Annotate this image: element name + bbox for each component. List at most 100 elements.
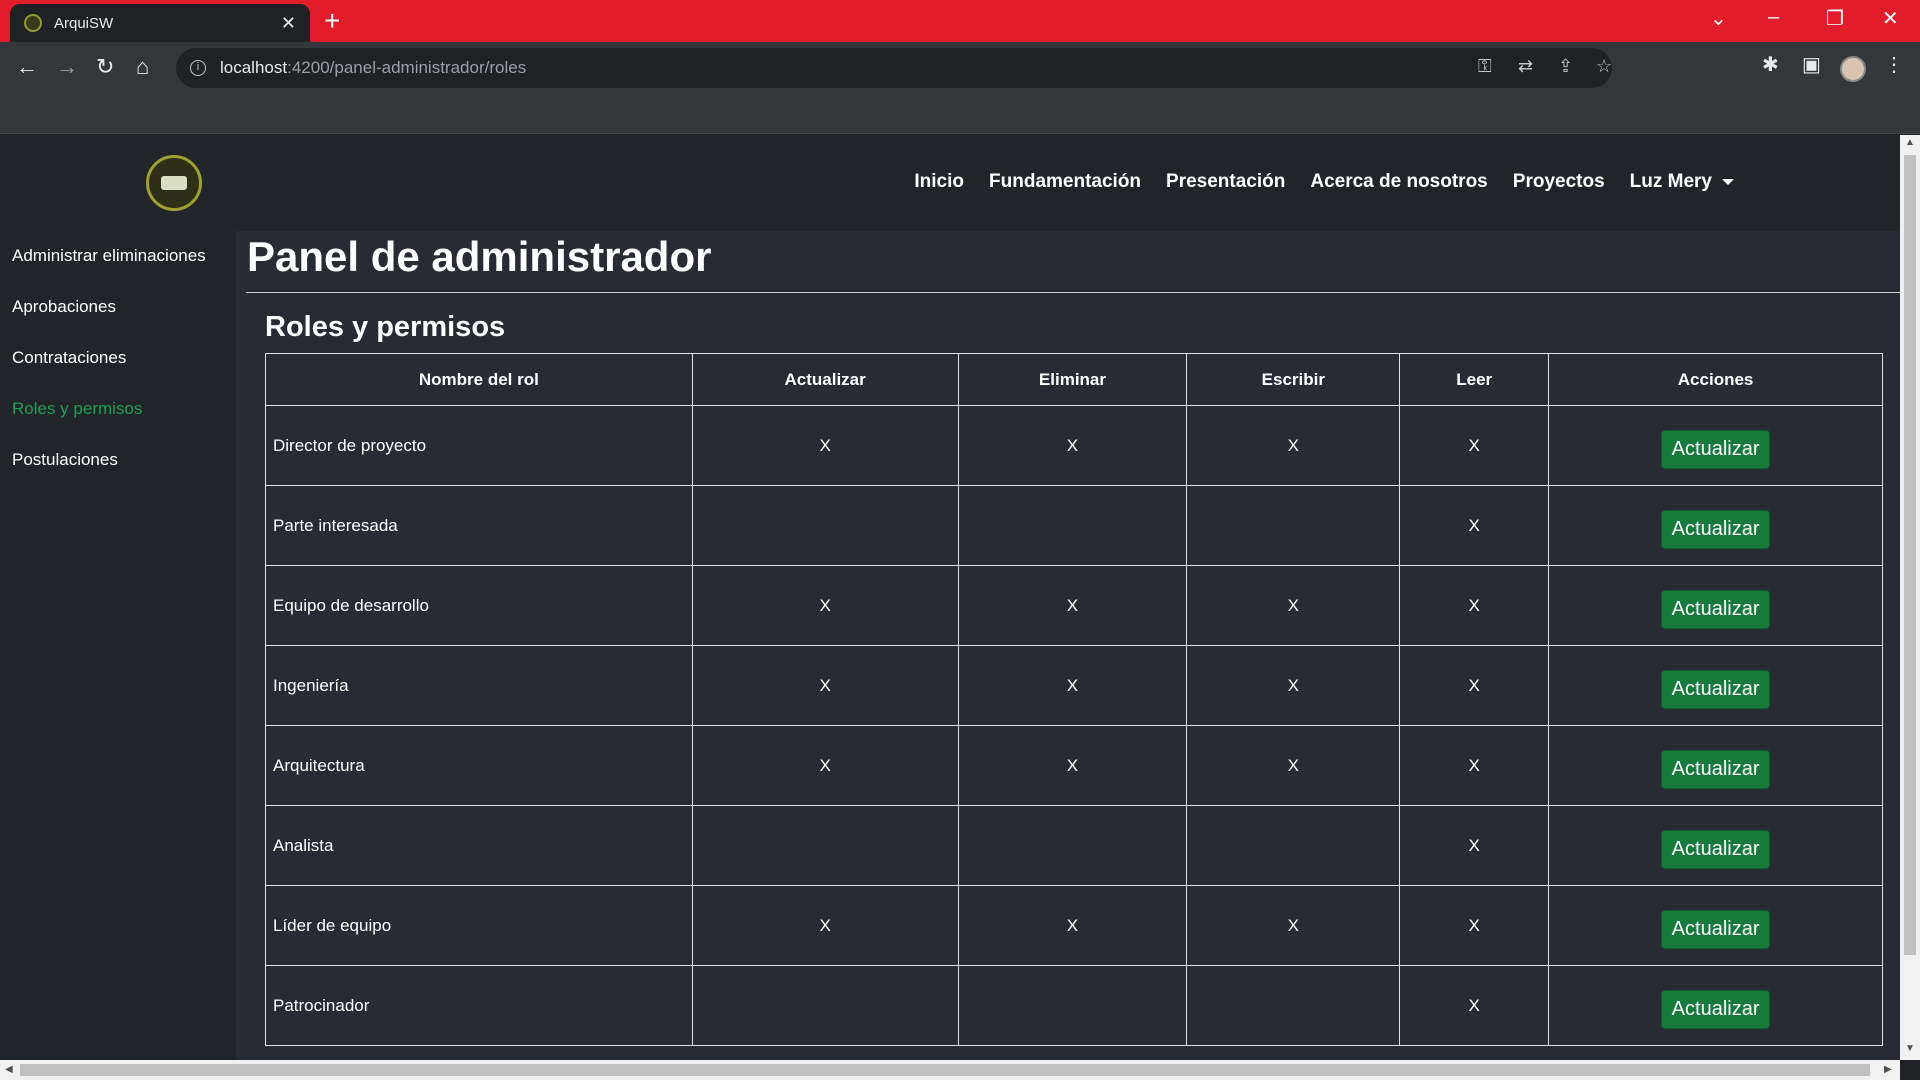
table-row: Director de proyecto X X X X Actualizar (265, 405, 1883, 486)
permission-actualizar-cell: X (691, 645, 959, 726)
section-title: Roles y permisos (265, 311, 506, 343)
role-name-cell: Analista (265, 805, 693, 886)
actions-cell: Actualizar (1548, 805, 1883, 886)
horizontal-scrollbar[interactable]: ◀ ▶ (0, 1060, 1900, 1080)
permission-actualizar-cell: X (691, 565, 959, 646)
scroll-down-icon[interactable]: ▼ (1905, 1043, 1915, 1054)
permission-escribir-cell: X (1186, 645, 1401, 726)
user-menu[interactable]: Luz Mery (1630, 171, 1734, 193)
permission-actualizar-cell: X (691, 885, 959, 966)
header-leer: Leer (1399, 353, 1550, 406)
permission-actualizar-cell: X (691, 405, 959, 486)
nav-link-acerca[interactable]: Acerca de nosotros (1310, 171, 1487, 193)
permission-eliminar-cell: X (957, 885, 1188, 966)
permission-actualizar-cell (691, 805, 959, 886)
role-name-cell: Ingeniería (265, 645, 693, 726)
site-favicon-icon (24, 14, 42, 32)
nav-link-proyectos[interactable]: Proyectos (1513, 171, 1605, 193)
user-name: Luz Mery (1629, 171, 1712, 192)
permission-leer-cell: X (1399, 645, 1550, 726)
actions-cell: Actualizar (1548, 725, 1883, 806)
actualizar-button[interactable]: Actualizar (1660, 830, 1771, 869)
actions-cell: Actualizar (1548, 885, 1883, 966)
nav-link-fundamentacion[interactable]: Fundamentación (989, 171, 1141, 193)
sidebar-item-aprobaciones[interactable]: Aprobaciones (0, 297, 236, 348)
profile-avatar[interactable] (1840, 56, 1866, 82)
role-name-cell: Director de proyecto (265, 405, 693, 486)
header-actualizar: Actualizar (691, 353, 959, 406)
permission-escribir-cell (1186, 485, 1401, 566)
menu-kebab-icon[interactable]: ⋮ (1884, 52, 1904, 77)
main-content: Panel de administrador Roles y permisos … (236, 231, 1900, 1060)
nav-link-presentacion[interactable]: Presentación (1166, 171, 1285, 193)
key-icon[interactable]: ⚿ (1478, 56, 1492, 77)
permission-eliminar-cell (957, 805, 1188, 886)
close-window-icon[interactable]: ✕ (1882, 6, 1899, 31)
table-row: Líder de equipo X X X X Actualizar (265, 885, 1883, 966)
table-row: Patrocinador X Actualizar (265, 965, 1883, 1046)
browser-toolbar: ← → ↻ ⌂ i localhost:4200/panel-administr… (0, 42, 1920, 94)
actualizar-button[interactable]: Actualizar (1660, 910, 1771, 949)
sidebar-item-roles[interactable]: Roles y permisos (0, 399, 236, 450)
nav-link-inicio[interactable]: Inicio (914, 171, 964, 193)
header-acciones: Acciones (1548, 353, 1883, 406)
browser-tab-bar: ArquiSW ✕ + ⌄ – ❐ ✕ (0, 0, 1920, 42)
vertical-scroll-thumb[interactable] (1904, 155, 1916, 955)
new-tab-icon[interactable]: + (324, 6, 340, 36)
tab-title: ArquiSW (54, 14, 114, 32)
toolbar-strip (0, 94, 1920, 134)
actualizar-button[interactable]: Actualizar (1660, 590, 1771, 629)
permission-eliminar-cell (957, 965, 1188, 1046)
bookmark-star-icon[interactable]: ☆ (1596, 56, 1612, 77)
permission-eliminar-cell: X (957, 565, 1188, 646)
permission-escribir-cell: X (1186, 405, 1401, 486)
permission-leer-cell: X (1399, 805, 1550, 886)
permission-eliminar-cell: X (957, 645, 1188, 726)
top-navbar: Inicio Fundamentación Presentación Acerc… (0, 135, 1900, 231)
horizontal-scroll-thumb[interactable] (20, 1064, 1870, 1076)
actualizar-button[interactable]: Actualizar (1660, 670, 1771, 709)
page: Inicio Fundamentación Presentación Acerc… (0, 135, 1900, 1060)
site-logo[interactable] (146, 155, 202, 211)
browser-tab[interactable]: ArquiSW ✕ (10, 4, 310, 42)
vertical-scrollbar[interactable]: ▲ ▼ (1900, 135, 1920, 1060)
actions-cell: Actualizar (1548, 485, 1883, 566)
translate-icon[interactable]: ⇄ (1518, 56, 1533, 77)
nav-links: Inicio Fundamentación Presentación Acerc… (914, 171, 1734, 193)
home-icon[interactable]: ⌂ (136, 54, 149, 80)
table-row: Equipo de desarrollo X X X X Actualizar (265, 565, 1883, 646)
side-panel-icon[interactable]: ▣ (1802, 52, 1821, 77)
actualizar-button[interactable]: Actualizar (1660, 750, 1771, 789)
page-title: Panel de administrador (247, 233, 712, 280)
actualizar-button[interactable]: Actualizar (1660, 430, 1771, 469)
scroll-right-icon[interactable]: ▶ (1884, 1064, 1892, 1075)
minimize-icon[interactable]: – (1768, 6, 1779, 29)
actualizar-button[interactable]: Actualizar (1660, 510, 1771, 549)
sidebar-item-contrataciones[interactable]: Contrataciones (0, 348, 236, 399)
close-tab-icon[interactable]: ✕ (281, 13, 296, 34)
actions-cell: Actualizar (1548, 645, 1883, 726)
restore-icon[interactable]: ❐ (1826, 6, 1844, 31)
scroll-left-icon[interactable]: ◀ (5, 1064, 13, 1075)
share-icon[interactable]: ⇪ (1558, 56, 1573, 77)
permission-leer-cell: X (1399, 965, 1550, 1046)
actualizar-button[interactable]: Actualizar (1660, 990, 1771, 1029)
scroll-up-icon[interactable]: ▲ (1905, 137, 1915, 148)
table-row: Analista X Actualizar (265, 805, 1883, 886)
sidebar-item-eliminaciones[interactable]: Administrar eliminaciones (0, 246, 236, 297)
permission-escribir-cell: X (1186, 565, 1401, 646)
header-eliminar: Eliminar (957, 353, 1188, 406)
reload-icon[interactable]: ↻ (96, 54, 114, 80)
forward-icon[interactable]: → (56, 54, 78, 80)
sidebar: Administrar eliminaciones Aprobaciones C… (0, 231, 236, 1060)
tab-search-icon[interactable]: ⌄ (1710, 6, 1727, 31)
back-icon[interactable]: ← (16, 54, 38, 80)
permission-leer-cell: X (1399, 485, 1550, 566)
address-bar[interactable]: i localhost:4200/panel-administrador/rol… (176, 48, 1612, 88)
role-name-cell: Parte interesada (265, 485, 693, 566)
url-host: localhost (220, 58, 288, 77)
permission-eliminar-cell (957, 485, 1188, 566)
site-info-icon[interactable]: i (190, 60, 206, 76)
extensions-icon[interactable]: ✱ (1762, 52, 1779, 77)
sidebar-item-postulaciones[interactable]: Postulaciones (0, 450, 236, 501)
